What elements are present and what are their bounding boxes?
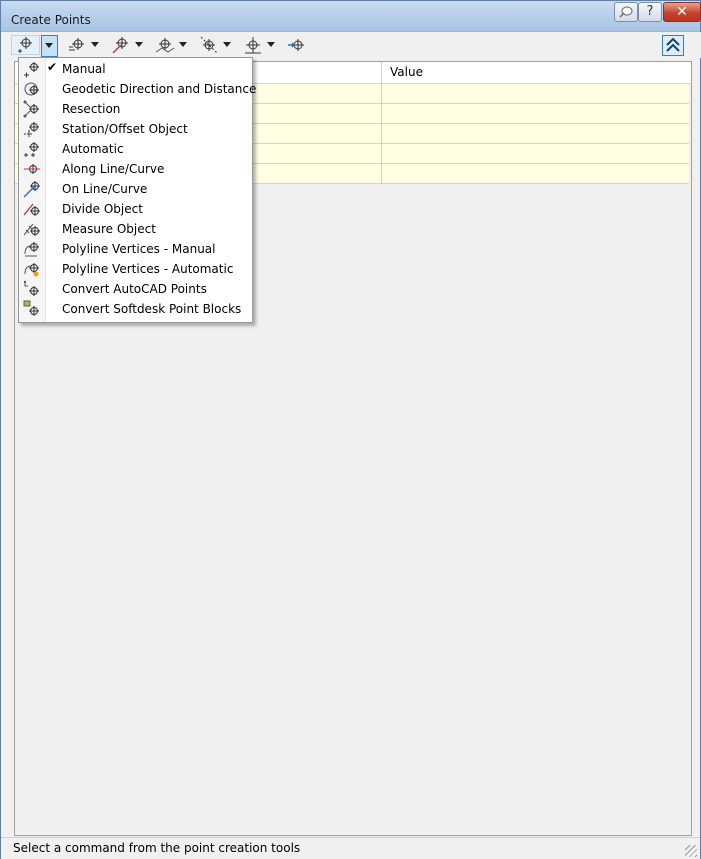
point-creation-menu: ✔ Manual Geodetic Direction and Distance… [18, 57, 256, 323]
collapse-button[interactable] [662, 35, 684, 56]
chevron-down-icon [135, 42, 143, 47]
menu-item-on-line-curve[interactable]: On Line/Curve [19, 179, 252, 199]
convert-autocad-icon [23, 280, 39, 296]
menu-item-measure-object[interactable]: Measure Object [19, 219, 252, 239]
menu-item-polyline-vertices-manual[interactable]: Polyline Vertices - Manual [19, 239, 252, 259]
station-offset-icon [24, 122, 39, 137]
automatic-icon [24, 142, 39, 157]
close-icon: ✕ [676, 4, 688, 20]
menu-item-polyline-vertices-automatic[interactable]: Polyline Vertices - Automatic [19, 259, 252, 279]
pin-icon [619, 6, 633, 18]
alignment-point-icon [112, 37, 128, 54]
resection-icon [23, 100, 39, 118]
column-divider [381, 144, 382, 163]
menu-item-manual[interactable]: ✔ Manual [19, 59, 252, 79]
window-title: Create Points [11, 13, 91, 27]
chevron-down-icon [179, 42, 187, 47]
menu-item-label: Convert AutoCAD Points [62, 282, 207, 296]
column-divider [381, 164, 382, 183]
column-divider [381, 84, 382, 103]
menu-item-label: Geodetic Direction and Distance [62, 82, 257, 96]
intersection-point-icon [69, 38, 84, 51]
menu-item-station-offset[interactable]: Station/Offset Object [19, 119, 252, 139]
checkmark-icon: ✔ [47, 60, 58, 74]
menu-item-automatic[interactable]: Automatic [19, 139, 252, 159]
menu-item-label: Automatic [62, 142, 124, 156]
interpolate-point-tool[interactable] [199, 35, 233, 55]
menu-item-label: Station/Offset Object [62, 122, 188, 136]
chevron-down-icon [45, 43, 53, 48]
column-divider [381, 124, 382, 143]
menu-item-divide-object[interactable]: Divide Object [19, 199, 252, 219]
menu-item-label: Manual [62, 62, 106, 76]
surface-point-tool[interactable] [155, 35, 189, 55]
polyline-manual-icon [24, 242, 39, 257]
on-line-icon [23, 181, 40, 198]
help-icon: ? [646, 4, 654, 19]
menu-item-label: Along Line/Curve [62, 162, 165, 176]
menu-item-geodetic[interactable]: Geodetic Direction and Distance [19, 79, 256, 99]
menu-item-label: Polyline Vertices - Automatic [62, 262, 234, 276]
chevron-down-icon [91, 42, 99, 47]
toolbar [11, 32, 701, 58]
menu-item-label: Measure Object [62, 222, 156, 236]
surface-point-icon [155, 38, 175, 53]
alignment-point-tool[interactable] [111, 35, 145, 55]
polyline-auto-icon [24, 263, 39, 277]
menu-item-label: Polyline Vertices - Manual [62, 242, 216, 256]
value-column-header: Value [381, 62, 691, 83]
status-text: Select a command from the point creation… [13, 841, 301, 855]
pin-button[interactable] [614, 2, 638, 22]
manual-point-dropdown[interactable] [41, 35, 58, 57]
divide-icon [23, 203, 40, 216]
intersection-point-tool[interactable] [67, 35, 101, 55]
menu-item-label: Convert Softdesk Point Blocks [62, 302, 242, 316]
convert-softdesk-icon [23, 300, 39, 316]
help-button[interactable]: ? [638, 2, 662, 22]
resize-grip-icon[interactable] [685, 845, 697, 857]
import-points-tool[interactable] [287, 35, 309, 55]
along-line-icon [24, 164, 40, 174]
chevron-down-icon [223, 42, 231, 47]
menu-item-resection[interactable]: Resection [19, 99, 252, 119]
column-divider [381, 104, 382, 123]
menu-item-convert-softdesk-point-blocks[interactable]: Convert Softdesk Point Blocks [19, 299, 252, 319]
manual-point-icon [18, 37, 32, 53]
menu-item-label: Divide Object [62, 202, 143, 216]
import-points-icon [288, 39, 304, 51]
chevron-down-icon [267, 42, 275, 47]
menu-item-label: On Line/Curve [62, 182, 148, 196]
manual-icon [24, 62, 39, 78]
close-button[interactable]: ✕ [663, 2, 701, 22]
menu-item-label: Resection [62, 102, 121, 116]
menu-item-along-line-curve[interactable]: Along Line/Curve [19, 159, 252, 179]
menu-item-convert-autocad-points[interactable]: Convert AutoCAD Points [19, 279, 252, 299]
slope-point-tool[interactable] [243, 35, 277, 55]
slope-point-icon [245, 37, 261, 54]
title-bar: Create Points ? ✕ [1, 1, 701, 32]
status-bar: Select a command from the point creation… [1, 837, 700, 859]
geodetic-icon [24, 82, 39, 96]
double-chevron-up-icon [666, 37, 680, 52]
interpolate-point-icon [200, 36, 218, 54]
measure-icon [23, 223, 40, 236]
